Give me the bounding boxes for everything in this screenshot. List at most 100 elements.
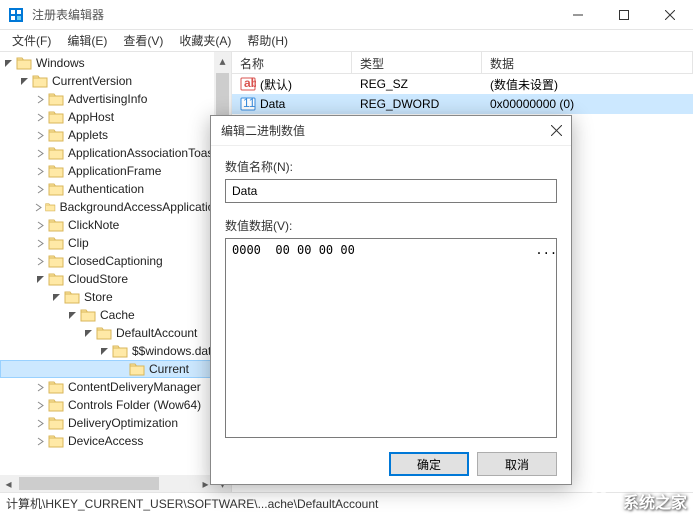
- tree-item[interactable]: Controls Folder (Wow64): [0, 396, 231, 414]
- chevron-right-icon[interactable]: [34, 111, 46, 123]
- value-name: Data: [260, 97, 285, 111]
- chevron-down-icon[interactable]: [34, 273, 46, 285]
- tree-label: DefaultAccount: [116, 326, 201, 340]
- tree-label: AppHost: [68, 110, 118, 124]
- tree-item[interactable]: Current: [0, 360, 231, 378]
- tree-item[interactable]: ClickNote: [0, 216, 231, 234]
- chevron-right-icon[interactable]: [34, 129, 46, 141]
- tree-item[interactable]: Authentication: [0, 180, 231, 198]
- value-data: (数值未设置): [490, 76, 558, 93]
- scroll-left-icon[interactable]: ◂: [0, 475, 17, 492]
- tree-label: ClickNote: [68, 218, 123, 232]
- chevron-right-icon[interactable]: [34, 219, 46, 231]
- tree-label: ApplicationFrame: [68, 164, 165, 178]
- chevron-down-icon[interactable]: [2, 57, 14, 69]
- tree-item[interactable]: AppHost: [0, 108, 231, 126]
- chevron-right-icon[interactable]: [34, 237, 46, 249]
- minimize-button[interactable]: [555, 0, 601, 30]
- chevron-right-icon[interactable]: [34, 183, 46, 195]
- svg-text:ab: ab: [244, 76, 256, 90]
- maximize-button[interactable]: [601, 0, 647, 30]
- value-name-label: 数值名称(N):: [225, 158, 557, 175]
- tree-label: $$windows.data: [132, 344, 222, 358]
- col-data[interactable]: 数据: [482, 52, 693, 73]
- menu-favorites[interactable]: 收藏夹(A): [171, 30, 239, 51]
- tree-item[interactable]: DeliveryOptimization: [0, 414, 231, 432]
- value-name-input[interactable]: [225, 179, 557, 203]
- menu-edit[interactable]: 编辑(E): [59, 30, 115, 51]
- tree-item[interactable]: ClosedCaptioning: [0, 252, 231, 270]
- chevron-right-icon[interactable]: [34, 93, 46, 105]
- menu-help[interactable]: 帮助(H): [239, 30, 296, 51]
- tree-item[interactable]: Windows: [0, 54, 231, 72]
- ok-button[interactable]: 确定: [389, 452, 469, 476]
- tree-label: Authentication: [68, 182, 148, 196]
- tree-item[interactable]: CurrentVersion: [0, 72, 231, 90]
- value-data-label: 数值数据(V):: [225, 217, 557, 234]
- chevron-down-icon[interactable]: [18, 75, 30, 87]
- chevron-down-icon[interactable]: [50, 291, 62, 303]
- tree-item[interactable]: ContentDeliveryManager: [0, 378, 231, 396]
- chevron-right-icon[interactable]: [34, 417, 46, 429]
- chevron-down-icon[interactable]: [98, 345, 110, 357]
- house-icon: [581, 483, 617, 519]
- close-button[interactable]: [647, 0, 693, 30]
- chevron-right-icon[interactable]: [34, 201, 43, 213]
- watermark: 系统之家: [581, 483, 687, 519]
- tree-item[interactable]: Clip: [0, 234, 231, 252]
- tree-label: DeliveryOptimization: [68, 416, 182, 430]
- chevron-right-icon[interactable]: [34, 399, 46, 411]
- tree-item[interactable]: CloudStore: [0, 270, 231, 288]
- menubar: 文件(F) 编辑(E) 查看(V) 收藏夹(A) 帮助(H): [0, 30, 693, 52]
- registry-tree[interactable]: Windows CurrentVersion AdvertisingInfo AppH…: [0, 52, 232, 492]
- scroll-thumb[interactable]: [19, 477, 159, 490]
- value-name: (默认): [260, 76, 292, 93]
- tree-item[interactable]: Applets: [0, 126, 231, 144]
- tree-label: DeviceAccess: [68, 434, 147, 448]
- tree-label: ApplicationAssociationToasts: [68, 146, 227, 160]
- tree-item[interactable]: ApplicationAssociationToasts: [0, 144, 231, 162]
- tree-item[interactable]: DeviceAccess: [0, 432, 231, 450]
- value-type: REG_SZ: [360, 77, 408, 91]
- tree-horizontal-scrollbar[interactable]: ◂ ▸: [0, 475, 214, 492]
- list-row[interactable]: ab (默认) REG_SZ (数值未设置): [232, 74, 693, 94]
- chevron-right-icon[interactable]: [34, 147, 46, 159]
- cancel-button[interactable]: 取消: [477, 452, 557, 476]
- tree-label: ClosedCaptioning: [68, 254, 167, 268]
- col-name[interactable]: 名称: [232, 52, 352, 73]
- chevron-right-icon[interactable]: [34, 381, 46, 393]
- chevron-down-icon[interactable]: [82, 327, 94, 339]
- menu-file[interactable]: 文件(F): [4, 30, 59, 51]
- tree-label: Cache: [100, 308, 139, 322]
- scroll-up-icon[interactable]: ▴: [214, 52, 231, 69]
- tree-item[interactable]: DefaultAccount: [0, 324, 231, 342]
- chevron-right-icon[interactable]: [34, 435, 46, 447]
- window-titlebar: 注册表编辑器: [0, 0, 693, 30]
- chevron-right-icon[interactable]: [34, 255, 46, 267]
- edit-binary-dialog: 编辑二进制数值 数值名称(N): 数值数据(V): 0000 00 00 00 …: [210, 115, 572, 485]
- chevron-down-icon[interactable]: [66, 309, 78, 321]
- window-title: 注册表编辑器: [32, 6, 555, 23]
- menu-view[interactable]: 查看(V): [115, 30, 171, 51]
- tree-label: ContentDeliveryManager: [68, 380, 205, 394]
- tree-label: CurrentVersion: [52, 74, 136, 88]
- tree-label: Current: [149, 362, 193, 376]
- svg-text:110: 110: [243, 96, 256, 110]
- tree-label: Clip: [68, 236, 93, 250]
- tree-item[interactable]: BackgroundAccessApplications: [0, 198, 231, 216]
- dialog-close-button[interactable]: [541, 116, 571, 146]
- tree-item[interactable]: Cache: [0, 306, 231, 324]
- watermark-text: 系统之家: [623, 489, 687, 513]
- tree-item[interactable]: $$windows.data: [0, 342, 231, 360]
- dialog-title: 编辑二进制数值: [221, 122, 541, 139]
- list-row[interactable]: 110DataREG_DWORD0x00000000 (0): [232, 94, 693, 114]
- tree-label: CloudStore: [68, 272, 132, 286]
- col-type[interactable]: 类型: [352, 52, 482, 73]
- chevron-right-icon[interactable]: [34, 165, 46, 177]
- tree-label: Store: [84, 290, 117, 304]
- hex-editor[interactable]: 0000 00 00 00 00 ....: [225, 238, 557, 438]
- tree-item[interactable]: AdvertisingInfo: [0, 90, 231, 108]
- dialog-titlebar[interactable]: 编辑二进制数值: [211, 116, 571, 146]
- tree-item[interactable]: ApplicationFrame: [0, 162, 231, 180]
- tree-item[interactable]: Store: [0, 288, 231, 306]
